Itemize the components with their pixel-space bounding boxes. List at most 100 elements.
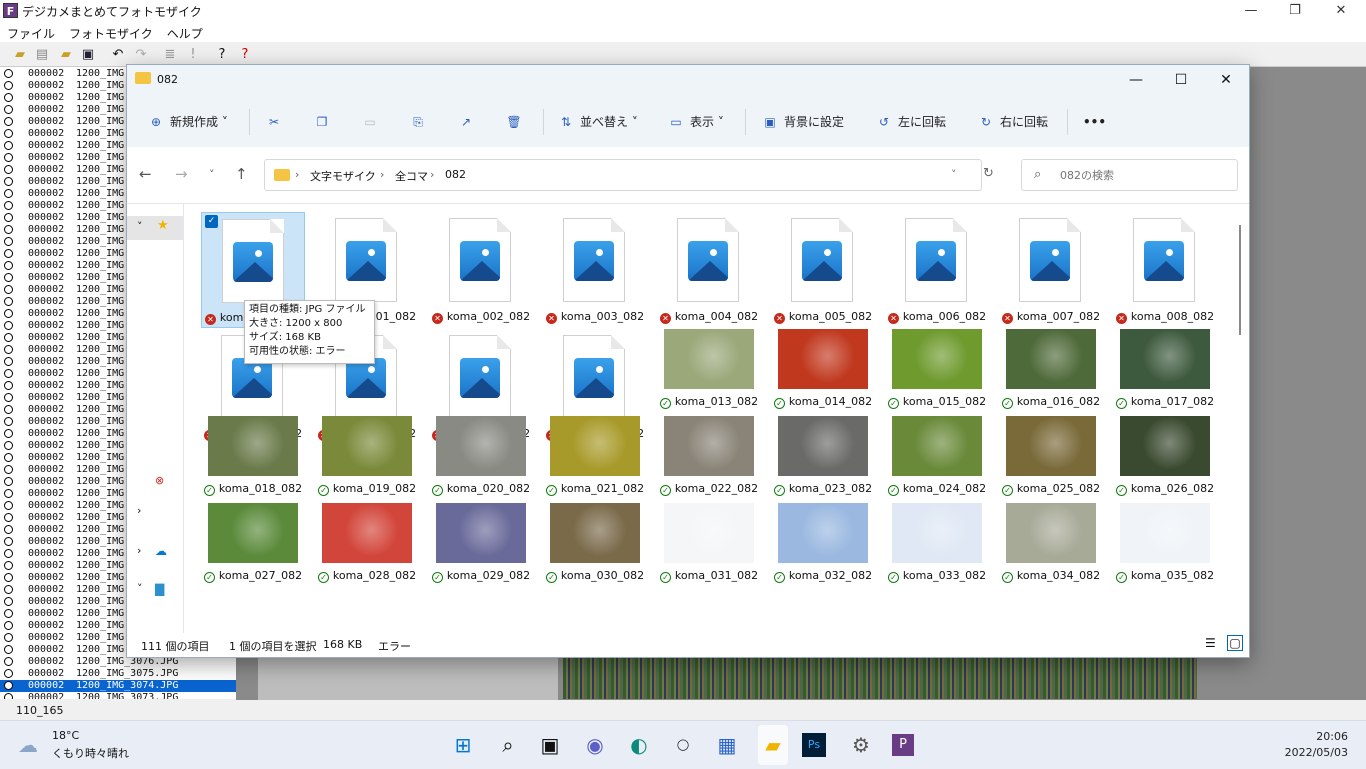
file-explorer-icon[interactable]: ▰ (758, 730, 788, 760)
radio-icon[interactable] (4, 429, 13, 438)
start-windows-icon[interactable]: ⊞ (448, 730, 478, 760)
radio-icon[interactable] (4, 357, 13, 366)
up-arrow-icon[interactable]: ↑ (235, 165, 248, 183)
dell-icon[interactable]: ◯ (668, 730, 698, 760)
radio-icon[interactable] (4, 81, 13, 90)
file-tile[interactable]: ✕ koma_002_082 (429, 212, 533, 328)
radio-icon[interactable] (4, 537, 13, 546)
save-icon[interactable]: ▣ (80, 47, 96, 63)
rotate-left-button[interactable]: ↺ 左に回転 (875, 112, 946, 132)
file-tile[interactable]: ✓ koma_013_082 (657, 327, 761, 413)
address-dropdown-chevron-icon[interactable]: ˅ (951, 168, 957, 181)
forward-arrow-icon[interactable]: → (175, 165, 188, 183)
file-tile[interactable]: ✓ koma_017_082 (1113, 327, 1217, 413)
radio-icon[interactable] (4, 441, 13, 450)
radio-icon[interactable] (4, 345, 13, 354)
radio-icon[interactable] (4, 249, 13, 258)
radio-icon[interactable] (4, 657, 13, 666)
set-background-button[interactable]: ▣ 背景に設定 (761, 112, 844, 132)
radio-icon[interactable] (4, 381, 13, 390)
sort-button[interactable]: ⇅ 並べ替え ˅ (557, 112, 638, 132)
list-item[interactable]: 000002 1200_IMG_3075.JPG (0, 668, 236, 680)
radio-icon[interactable] (4, 297, 13, 306)
file-tile[interactable]: ✓ koma_027_082 (201, 501, 305, 587)
app-minimize-button[interactable]: — (1228, 0, 1274, 22)
radio-icon[interactable] (4, 333, 13, 342)
breadcrumb-item[interactable]: 082 (445, 168, 466, 181)
paste-button[interactable]: ▭ (361, 112, 384, 132)
radio-icon[interactable] (4, 213, 13, 222)
radio-icon[interactable] (4, 393, 13, 402)
radio-icon[interactable] (4, 645, 13, 654)
file-tile[interactable]: ✓ koma_014_082 (771, 327, 875, 413)
file-tile[interactable]: ✕ koma_005_082 (771, 212, 875, 328)
refresh-icon[interactable]: ↻ (983, 166, 994, 181)
context-help-icon[interactable]: ? (237, 47, 253, 63)
radio-icon[interactable] (4, 525, 13, 534)
explorer-close-button[interactable]: ✕ (1203, 65, 1249, 95)
radio-icon[interactable] (4, 177, 13, 186)
radio-icon[interactable] (4, 201, 13, 210)
view-button[interactable]: ▭ 表示 ˅ (667, 112, 724, 132)
redo-icon[interactable]: ↷ (133, 47, 149, 63)
breadcrumb-item[interactable]: 文字モザイク (310, 168, 376, 184)
back-arrow-icon[interactable]: ← (139, 165, 152, 183)
radio-icon[interactable] (4, 285, 13, 294)
undo-icon[interactable]: ↶ (110, 47, 126, 63)
chevron-right-icon[interactable]: › (137, 544, 141, 557)
radio-icon[interactable] (4, 309, 13, 318)
file-tile[interactable]: ✓ koma_015_082 (885, 327, 989, 413)
radio-icon[interactable] (4, 117, 13, 126)
copy-button[interactable]: ❐ (313, 112, 336, 132)
list-icon[interactable]: ≣ (162, 47, 178, 63)
file-tile[interactable]: ✓ koma_031_082 (657, 501, 761, 587)
radio-icon[interactable] (4, 261, 13, 270)
weather-temperature[interactable]: 18°C (52, 729, 79, 742)
radio-icon[interactable] (4, 153, 13, 162)
chevron-down-icon[interactable]: ˅ (137, 220, 143, 233)
radio-icon[interactable] (4, 237, 13, 246)
file-tile[interactable]: ✓ koma_016_082 (999, 327, 1103, 413)
menu-help[interactable]: ヘルプ (160, 22, 210, 42)
cut-button[interactable]: ✂ (265, 112, 288, 132)
radio-icon[interactable] (4, 93, 13, 102)
radio-icon[interactable] (4, 513, 13, 522)
settings-gear-icon[interactable]: ⚙ (846, 730, 876, 760)
file-tile[interactable]: ✕ koma_007_082 (999, 212, 1103, 328)
search-input[interactable] (1058, 168, 1232, 183)
file-tile[interactable]: ✓ koma_021_082 (543, 414, 647, 500)
search-box[interactable]: ⌕ (1021, 159, 1238, 191)
file-tile[interactable]: ✕ koma_008_082 (1113, 212, 1217, 328)
delete-button[interactable]: 🗑 (505, 112, 528, 132)
file-tile[interactable]: ✓ koma_032_082 (771, 501, 875, 587)
app-close-button[interactable]: ✕ (1318, 0, 1364, 22)
edge-browser-icon[interactable]: ◐ (624, 730, 654, 760)
photoshop-icon[interactable]: Ps (802, 733, 826, 757)
explorer-maximize-button[interactable]: ☐ (1158, 65, 1204, 95)
file-tile[interactable]: ✕ koma_004_082 (657, 212, 761, 328)
chat-icon[interactable]: ◉ (580, 730, 610, 760)
file-tile[interactable]: ✓ koma_025_082 (999, 414, 1103, 500)
menu-file[interactable]: ファイル (0, 22, 62, 42)
nav-item-quick-access[interactable] (127, 216, 183, 240)
menu-photomosaic[interactable]: フォトモザイク (62, 22, 160, 42)
radio-icon[interactable] (4, 129, 13, 138)
radio-icon[interactable] (4, 465, 13, 474)
explorer-minimize-button[interactable]: — (1113, 65, 1159, 95)
file-tile[interactable]: ✓ koma_024_082 (885, 414, 989, 500)
radio-icon[interactable] (4, 225, 13, 234)
radio-icon[interactable] (4, 549, 13, 558)
radio-icon[interactable] (4, 609, 13, 618)
radio-icon[interactable] (4, 621, 13, 630)
tiles-view-icon[interactable]: ▢ (1227, 635, 1243, 651)
radio-icon[interactable] (4, 369, 13, 378)
radio-icon[interactable] (4, 69, 13, 78)
radio-icon[interactable] (4, 585, 13, 594)
radio-icon[interactable] (4, 573, 13, 582)
chevron-down-icon[interactable]: ˅ (137, 582, 143, 595)
weather-description[interactable]: くもり時々晴れ (52, 745, 129, 761)
file-tile[interactable]: ✓ koma_029_082 (429, 501, 533, 587)
file-tile[interactable]: ✓ koma_035_082 (1113, 501, 1217, 587)
chevron-right-icon[interactable]: › (137, 504, 141, 517)
task-view-icon[interactable]: ▣ (535, 730, 565, 760)
